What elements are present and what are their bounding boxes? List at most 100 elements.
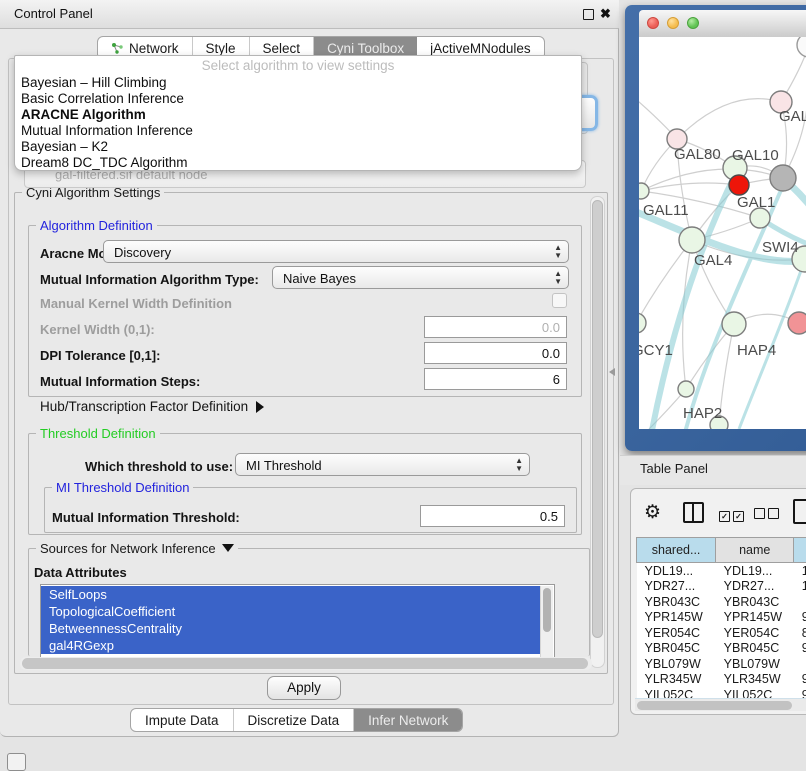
spinner-arrows-icon: ▲▼ [554, 270, 562, 286]
mi-steps-label: Mutual Information Steps: [40, 374, 200, 389]
network-window-titlebar[interactable] [639, 10, 806, 38]
algorithm-option[interactable]: Bayesian – K2 [21, 139, 571, 155]
list-item[interactable]: TopologicalCoefficient [41, 603, 550, 620]
close-traffic-light-icon[interactable] [647, 17, 659, 29]
dpi-tolerance-label: DPI Tolerance [0,1]: [40, 348, 160, 363]
table-hscrollbar-track[interactable] [635, 698, 806, 711]
aracne-mode-value: Discovery [114, 245, 171, 260]
mi-threshold-field[interactable]: 0.5 [420, 505, 565, 527]
list-scrollbar[interactable] [540, 586, 553, 657]
list-item[interactable]: BetweennessCentrality [41, 620, 550, 637]
table-row[interactable]: YLR345WYLR345W9. [637, 672, 806, 688]
table-row[interactable]: YBR043CYBR043C [637, 594, 806, 610]
mi-type-combobox[interactable]: Naive Bayes ▲▼ [272, 266, 569, 289]
algorithm-option[interactable]: Bayesian – Hill Climbing [21, 75, 571, 91]
window-title: Control Panel [14, 0, 93, 28]
node-salmon[interactable] [788, 312, 806, 334]
hub-definition-header[interactable]: Hub/Transcription Factor Definition [40, 399, 264, 414]
table-panel-title: Table Panel [640, 461, 708, 476]
spinner-arrows-icon: ▲▼ [554, 244, 562, 260]
algorithm-option-selected[interactable]: ARACNE Algorithm [21, 107, 571, 123]
network-view-window[interactable]: GAL GAL80 GAL10 GAL11 GAL1 GAL4 SWI4 GCY… [625, 5, 806, 451]
which-threshold-value: MI Threshold [246, 458, 322, 473]
chevron-right-icon [256, 401, 264, 413]
control-panel-titlebar: Control Panel ✖ [0, 0, 619, 29]
node-label: GAL10 [732, 147, 779, 164]
column-header-shared[interactable]: shared... [637, 538, 716, 563]
dpi-tolerance-field[interactable]: 0.0 [424, 342, 567, 364]
node-label: SWI4 [762, 239, 799, 256]
node-gal11[interactable] [639, 183, 649, 199]
table-row[interactable]: YBR045CYBR045C9. [637, 641, 806, 657]
tab-impute-data[interactable]: Impute Data [131, 709, 234, 731]
mi-steps-field[interactable]: 6 [424, 368, 567, 390]
kernel-width-value: 0.0 [542, 320, 560, 335]
tab-infer-network[interactable]: Infer Network [354, 709, 462, 731]
document-icon[interactable] [793, 499, 806, 524]
node-gal4[interactable] [679, 227, 705, 253]
which-threshold-combobox[interactable]: MI Threshold ▲▼ [235, 453, 530, 476]
apply-button[interactable]: Apply [267, 676, 341, 700]
sources-title[interactable]: Sources for Network Inference [36, 541, 238, 556]
mi-type-label: Mutual Information Algorithm Type: [40, 272, 259, 287]
dpi-tolerance-value: 0.0 [542, 346, 560, 361]
panel-splitter-collapse-icon[interactable] [609, 368, 615, 376]
kernel-width-field[interactable]: 0.0 [424, 316, 567, 338]
spinner-arrows-icon: ▲▼ [515, 457, 523, 473]
close-icon[interactable]: ✖ [600, 6, 611, 22]
tab-discretize-data[interactable]: Discretize Data [234, 709, 355, 731]
kernel-width-label: Kernel Width (0,1): [40, 322, 155, 337]
table-row[interactable]: YDR27...YDR27...12 [637, 579, 806, 595]
column-header-partial[interactable] [794, 538, 806, 563]
aracne-mode-combobox[interactable]: Discovery ▲▼ [103, 240, 569, 263]
columns-icon[interactable] [683, 502, 704, 523]
table-row[interactable]: YER054CYER054C8. [637, 625, 806, 641]
node-red[interactable] [729, 175, 749, 195]
node-label: HAP2 [683, 405, 722, 422]
mi-steps-value: 6 [553, 372, 560, 387]
cyni-bottom-tabs: Impute Data Discretize Data Infer Networ… [130, 708, 463, 732]
algorithm-dropdown-popup: Select algorithm to view settings Bayesi… [14, 55, 582, 171]
float-window-icon[interactable] [583, 9, 594, 20]
column-header-name[interactable]: name [716, 538, 794, 563]
table-row[interactable]: YBL079WYBL079W [637, 656, 806, 672]
tab-network-label: Network [129, 41, 179, 56]
manual-kernel-checkbox[interactable] [552, 293, 567, 308]
list-item[interactable]: gal4RGexp [41, 637, 550, 654]
algorithm-option[interactable]: Dream8 DC_TDC Algorithm [21, 155, 571, 171]
threshold-definition-title: Threshold Definition [36, 426, 160, 441]
gear-icon[interactable]: ⚙ [644, 501, 661, 524]
algorithm-option[interactable]: Basic Correlation Inference [21, 91, 571, 107]
node-gal1[interactable] [750, 208, 770, 228]
node-hap2[interactable] [678, 381, 694, 397]
node-label: GAL [779, 108, 806, 125]
algorithm-definition-title: Algorithm Definition [36, 218, 157, 233]
zoom-traffic-light-icon[interactable] [687, 17, 699, 29]
network-canvas[interactable]: GAL GAL80 GAL10 GAL11 GAL1 GAL4 SWI4 GCY… [639, 37, 806, 429]
node-gcy1[interactable] [639, 313, 646, 333]
list-item[interactable]: SelfLoops [41, 586, 550, 603]
settings-hscrollbar-thumb[interactable] [22, 658, 588, 669]
table-row[interactable]: YDL19...YDL19...13 [637, 563, 806, 579]
node-unlabeled[interactable] [797, 37, 806, 57]
deselect-all-checkboxes-icon[interactable] [754, 506, 782, 524]
algorithm-option[interactable]: Mutual Information Inference [21, 123, 571, 139]
settings-scrollbar-thumb[interactable] [592, 200, 603, 638]
network-graph: GAL GAL80 GAL10 GAL11 GAL1 GAL4 SWI4 GCY… [639, 37, 806, 429]
minimize-traffic-light-icon[interactable] [667, 17, 679, 29]
table-row[interactable]: YPR145WYPR145W9. [637, 610, 806, 626]
table-panel: ⚙ ✓✓ shared... name YDL19...YDL19...13 Y… [630, 488, 806, 715]
node-label: GAL11 [643, 202, 689, 219]
network-view-inner: GAL GAL80 GAL10 GAL11 GAL1 GAL4 SWI4 GCY… [639, 10, 806, 429]
select-all-checkboxes-icon[interactable]: ✓✓ [719, 506, 747, 524]
node-gray[interactable] [770, 165, 796, 191]
data-attributes-list[interactable]: SelfLoops TopologicalCoefficient Between… [40, 584, 555, 659]
table-toolbar: ⚙ ✓✓ [631, 489, 806, 536]
mi-threshold-title: MI Threshold Definition [52, 480, 193, 495]
node-label: GAL4 [694, 252, 732, 269]
restore-panel-icon[interactable] [7, 753, 26, 771]
node-hap4[interactable] [722, 312, 746, 336]
node-label: GCY1 [639, 342, 673, 359]
scrollbar-thumb[interactable] [543, 588, 551, 632]
table-hscrollbar-thumb[interactable] [637, 701, 792, 710]
